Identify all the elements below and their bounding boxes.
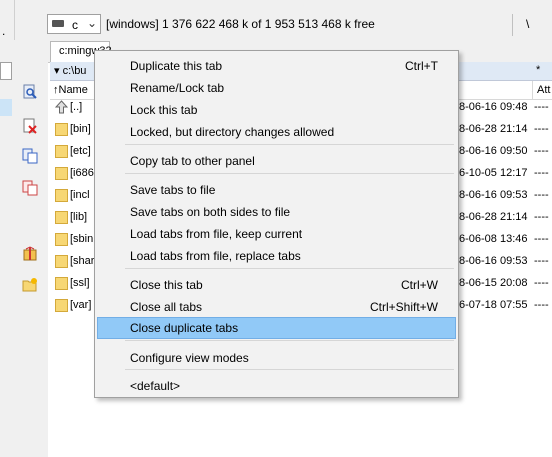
column-name-header[interactable]: ↑Name — [53, 84, 88, 96]
copy-icon[interactable] — [22, 148, 38, 164]
menu-separator — [125, 340, 454, 341]
menu-item-label: Close this tab — [130, 278, 203, 292]
menu-item-label: Configure view modes — [130, 351, 249, 365]
file-date: 8-06-15 20:08 — [459, 277, 528, 289]
menu-item-default[interactable]: <default> — [97, 375, 456, 397]
file-attributes: ---- — [534, 299, 549, 311]
drive-free-space: [windows] 1 376 622 468 k of 1 953 513 4… — [106, 17, 375, 31]
folder-icon — [55, 189, 68, 202]
search-icon[interactable] — [22, 84, 38, 100]
file-attributes: ---- — [534, 233, 549, 245]
menu-item-locked-but-directory-changes-allowed[interactable]: Locked, but directory changes allowed — [97, 121, 456, 143]
folder-icon — [55, 123, 68, 136]
menu-item-duplicate-this-tab[interactable]: Duplicate this tab Ctrl+T — [97, 55, 456, 77]
menu-item-close-all-tabs[interactable]: Close all tabs Ctrl+Shift+W — [97, 296, 456, 318]
file-name: [var] — [70, 299, 92, 311]
column-divider[interactable] — [532, 81, 533, 99]
current-path[interactable]: ▾ c:\bu — [54, 64, 86, 77]
menu-separator — [125, 173, 454, 174]
file-name: [shar — [70, 255, 95, 267]
file-attributes: ---- — [534, 189, 549, 201]
menu-separator — [125, 369, 454, 370]
file-attributes: ---- — [534, 123, 549, 135]
drive-combo[interactable]: c ⌄ — [47, 14, 101, 34]
file-date: 8-06-16 09:48 — [459, 101, 528, 113]
file-date: 6-07-18 07:55 — [459, 299, 528, 311]
favorites-button[interactable]: * — [536, 64, 540, 76]
file-attributes: ---- — [534, 167, 549, 179]
left-drive-combo[interactable] — [0, 62, 12, 80]
tab-context-menu: Duplicate this tab Ctrl+T Rename/Lock tab L… — [94, 50, 459, 398]
file-attributes: ---- — [534, 101, 549, 113]
file-attributes: ---- — [534, 145, 549, 157]
move-icon[interactable] — [22, 180, 38, 196]
menu-item-label: Load tabs from file, replace tabs — [130, 249, 301, 263]
menu-item-shortcut: Ctrl+W — [401, 278, 438, 292]
folder-icon — [55, 277, 68, 290]
menu-item-shortcut: Ctrl+Shift+W — [369, 300, 438, 314]
file-name: [incl — [70, 189, 90, 201]
menu-item-label: Duplicate this tab — [130, 59, 223, 73]
menu-item-lock-this-tab[interactable]: Lock this tab — [97, 99, 456, 121]
drive-icon — [52, 20, 64, 27]
menu-item-label: <default> — [130, 379, 181, 393]
menu-separator — [125, 144, 454, 145]
file-date: 8-06-16 09:53 — [459, 255, 528, 267]
file-date: 8-06-16 09:53 — [459, 189, 528, 201]
delete-icon[interactable] — [22, 118, 38, 134]
menu-item-load-tabs-from-file-replace-tabs[interactable]: Load tabs from file, replace tabs — [97, 245, 456, 267]
file-name: [lib] — [70, 211, 88, 223]
file-name: [ssl] — [70, 277, 90, 289]
file-name: [i686 — [70, 167, 94, 179]
menu-item-rename-lock-tab[interactable]: Rename/Lock tab — [97, 77, 456, 99]
file-date: 8-06-28 21:14 — [459, 211, 528, 223]
pack-icon[interactable] — [22, 245, 38, 261]
drive-letter: c — [72, 18, 78, 32]
menu-item-label: Rename/Lock tab — [130, 81, 225, 95]
folder-icon — [55, 167, 68, 180]
menu-item-label: Save tabs to file — [130, 183, 216, 197]
chevron-down-icon: ⌄ — [86, 16, 97, 30]
file-date: 6-06-08 13:46 — [459, 233, 528, 245]
new-folder-icon[interactable] — [22, 277, 38, 293]
menu-item-shortcut: Ctrl+T — [405, 59, 438, 73]
menu-item-label: Close all tabs — [130, 300, 203, 314]
folder-icon — [55, 299, 68, 312]
menu-item-label: Save tabs on both sides to file — [130, 205, 291, 219]
menu-item-save-tabs-to-file[interactable]: Save tabs to file — [97, 179, 456, 201]
divider — [512, 14, 513, 36]
menu-item-copy-tab-to-other-panel[interactable]: Copy tab to other panel — [97, 150, 456, 172]
menu-item-label: Lock this tab — [130, 103, 198, 117]
menu-item-close-this-tab[interactable]: Close this tab Ctrl+W — [97, 274, 456, 296]
column-attr-header[interactable]: Att — [537, 84, 550, 96]
folder-icon — [55, 145, 68, 158]
file-date: 6-10-05 12:17 — [459, 167, 528, 179]
folder-icon — [55, 211, 68, 224]
menu-item-close-duplicate-tabs[interactable]: Close duplicate tabs — [97, 317, 456, 339]
file-name: [..] — [70, 101, 83, 113]
menu-item-load-tabs-from-file-keep-current[interactable]: Load tabs from file, keep current — [97, 223, 456, 245]
menu-item-label: Load tabs from file, keep current — [130, 227, 303, 241]
path-label: c:\bu — [62, 65, 87, 77]
menu-item-label: Locked, but directory changes allowed — [130, 125, 335, 139]
file-name: [sbin — [70, 233, 94, 245]
left-panel-path: . — [2, 24, 6, 38]
menu-item-save-tabs-on-both-sides-to-file[interactable]: Save tabs on both sides to file — [97, 201, 456, 223]
menu-separator — [125, 268, 454, 269]
file-date: 8-06-28 21:14 — [459, 123, 528, 135]
file-date: 8-06-16 09:50 — [459, 145, 528, 157]
menu-item-label: Copy tab to other panel — [130, 154, 255, 168]
left-selected-row[interactable] — [0, 99, 12, 116]
folder-icon — [55, 233, 68, 246]
root-button[interactable]: \ — [526, 17, 529, 31]
file-name: [etc] — [70, 145, 91, 157]
file-attributes: ---- — [534, 255, 549, 267]
menu-item-label: Close duplicate tabs — [130, 321, 239, 335]
file-name: [bin] — [70, 123, 91, 135]
menu-item-configure-view-modes[interactable]: Configure view modes — [97, 347, 456, 369]
folder-icon — [55, 255, 68, 268]
up-folder-icon — [55, 100, 68, 114]
file-attributes: ---- — [534, 277, 549, 289]
file-attributes: ---- — [534, 211, 549, 223]
